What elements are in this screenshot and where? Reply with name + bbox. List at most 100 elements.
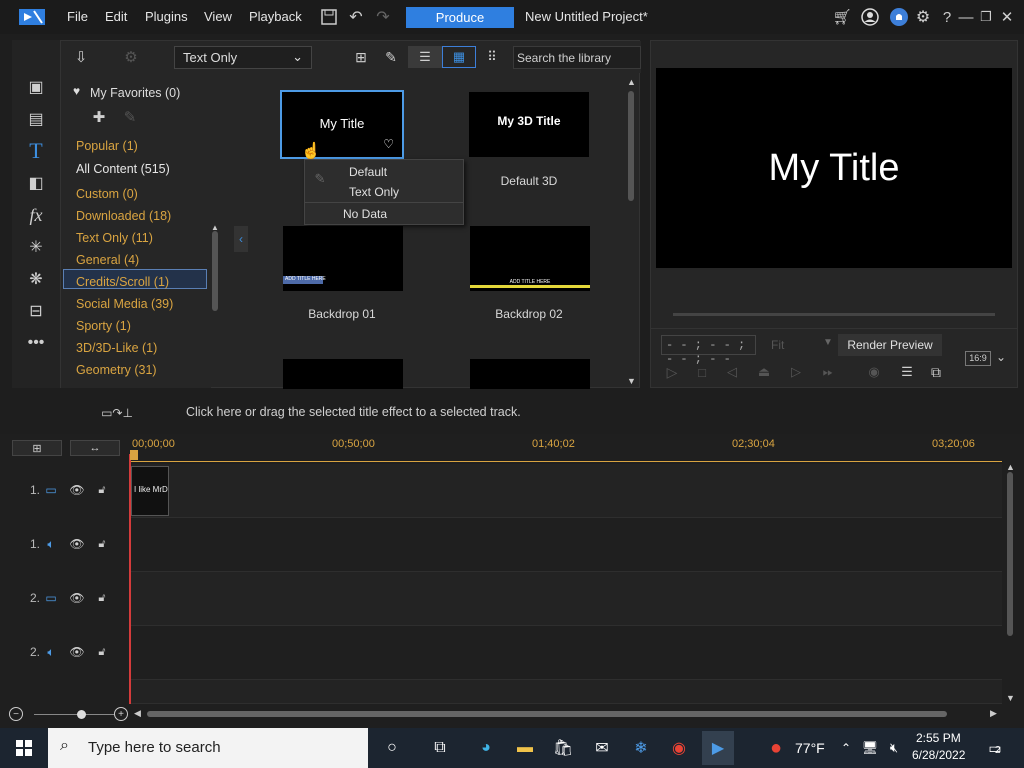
menu-file[interactable]: File	[67, 9, 88, 24]
add-title-icon[interactable]: ⊞	[351, 47, 371, 67]
scroll-left-icon[interactable]: ◀	[134, 708, 141, 719]
thumb-my-title[interactable]: My Title ♡	[280, 90, 404, 159]
snapshot-icon[interactable]: ◉	[864, 363, 884, 381]
category-item[interactable]: 3D/3D-Like (1)	[76, 341, 157, 355]
scroll-down-icon[interactable]: ▼	[1006, 693, 1015, 703]
redo-icon[interactable]: ↷	[374, 8, 392, 26]
timeline-mode-icon[interactable]: ▭↷⊥	[84, 404, 150, 422]
windows-start-icon[interactable]	[12, 736, 36, 760]
restore-icon[interactable]: ❐	[978, 7, 994, 27]
edge-browser-icon[interactable]: ◕	[474, 736, 498, 760]
edit-title-icon[interactable]: ✎	[381, 47, 401, 67]
stop-icon[interactable]: □	[693, 363, 711, 381]
timeline-track[interactable]	[130, 680, 1002, 704]
timeline-clip[interactable]: I like MrD	[131, 466, 169, 516]
zoom-slider-thumb[interactable]	[77, 710, 86, 719]
subtitle-icon[interactable]: ⊟	[12, 297, 60, 325]
small-grid-view-icon[interactable]: ⠿	[481, 46, 503, 68]
preview-scrubber[interactable]	[673, 313, 995, 316]
chevron-down-icon[interactable]: ⌄	[996, 350, 1006, 364]
category-item[interactable]: Downloaded (18)	[76, 209, 171, 223]
timeline-ruler[interactable]: 00;00;00 00;50;00 01;40;02 02;30;04 03;2…	[130, 434, 1006, 464]
visibility-eye-icon[interactable]: 👁︎	[68, 536, 86, 552]
playhead-marker-icon[interactable]	[130, 450, 138, 460]
aspect-ratio-button[interactable]: 16:9	[965, 351, 991, 366]
menu-plugins[interactable]: Plugins	[145, 9, 188, 24]
track-manager-icon[interactable]: ⊞	[12, 440, 62, 456]
store-icon[interactable]: 🛍︎	[551, 736, 575, 760]
category-item[interactable]: All Content (515)	[76, 162, 170, 176]
drag-hint[interactable]: Click here or drag the selected title ef…	[186, 405, 521, 419]
mail-icon[interactable]: ✉	[590, 736, 614, 760]
thumb-default-3d[interactable]: My 3D Title	[469, 92, 589, 157]
lock-icon[interactable]: 🔓︎	[94, 644, 110, 660]
network-icon[interactable]: 🖥︎	[858, 736, 882, 760]
scroll-up-icon[interactable]: ▲	[627, 77, 636, 87]
taskbar-search[interactable]: ⌕ Type here to search	[48, 728, 368, 768]
video-fx-icon[interactable]: ▤	[12, 105, 60, 133]
transition-icon[interactable]: ◧	[12, 169, 60, 197]
tray-chevron-icon[interactable]: ⌃	[834, 736, 858, 760]
visibility-eye-icon[interactable]: 👁︎	[68, 644, 86, 660]
produce-button[interactable]: Produce	[406, 7, 514, 28]
category-item[interactable]: Sporty (1)	[76, 319, 131, 333]
weather-temp[interactable]: 77°F	[795, 740, 825, 756]
weather-icon[interactable]: ●	[764, 736, 788, 760]
timeline-hscroll[interactable]	[147, 711, 947, 717]
account-icon[interactable]	[860, 7, 880, 27]
timeline-track[interactable]	[130, 572, 1002, 626]
title-room-icon[interactable]: T	[12, 137, 60, 165]
render-preview-button[interactable]: Render Preview	[838, 334, 942, 356]
fast-forward-icon[interactable]: ⏩︎	[817, 363, 839, 381]
scroll-right-icon[interactable]: ▶	[990, 708, 997, 719]
clock-date[interactable]: 6/28/2022	[912, 748, 965, 762]
timecode-field[interactable]: - - ; - - ; - - ; - -	[661, 335, 756, 366]
thumb-partial[interactable]	[470, 359, 590, 389]
timeline-track[interactable]	[130, 626, 1002, 680]
chrome-icon[interactable]: ◉	[667, 736, 691, 760]
remove-tag-icon[interactable]: ✎	[119, 106, 141, 128]
category-item[interactable]: Geometry (31)	[76, 363, 157, 377]
effects-fx-icon[interactable]: fx	[12, 201, 60, 229]
category-item[interactable]: Custom (0)	[76, 187, 138, 201]
minimize-icon[interactable]: —	[958, 7, 974, 27]
favorite-heart-icon[interactable]: ♡	[383, 137, 394, 151]
cortana-icon[interactable]: ○	[380, 736, 404, 760]
zoom-in-icon[interactable]: +	[114, 707, 128, 721]
list-view-icon[interactable]: ☰	[408, 46, 442, 68]
scroll-down-icon[interactable]: ▼	[627, 376, 636, 386]
download-plugin-icon[interactable]: ⚙	[121, 47, 141, 67]
save-icon[interactable]	[320, 8, 338, 26]
category-item[interactable]: Popular (1)	[76, 139, 138, 153]
thumb-partial[interactable]	[283, 359, 403, 389]
next-frame-icon[interactable]: ▷	[787, 363, 805, 381]
category-select[interactable]: Text Only ⌄	[174, 46, 312, 69]
collapse-panel-icon[interactable]: ‹	[234, 226, 248, 252]
tree-scrollbar[interactable]	[212, 231, 218, 311]
lock-icon[interactable]: 🔓︎	[94, 536, 110, 552]
zoom-slider[interactable]	[34, 714, 114, 715]
cart-icon[interactable]: 🛒︎	[832, 7, 852, 27]
help-icon[interactable]: ?	[937, 7, 957, 27]
media-room-icon[interactable]: ▣	[12, 73, 60, 101]
playhead[interactable]	[129, 454, 131, 704]
visibility-eye-icon[interactable]: 👁︎	[68, 482, 86, 498]
fit-timeline-icon[interactable]: ↔	[70, 440, 120, 456]
import-icon[interactable]: ⇩	[71, 47, 91, 67]
file-explorer-icon[interactable]: ▬	[513, 736, 537, 760]
my-favorites[interactable]: My Favorites (0)	[90, 86, 180, 100]
undock-icon[interactable]: ⧉	[926, 363, 946, 381]
more-icon[interactable]: •••	[12, 329, 60, 357]
category-item[interactable]: Social Media (39)	[76, 297, 173, 311]
zoom-out-icon[interactable]: −	[9, 707, 23, 721]
thumb-backdrop-02[interactable]: ADD TITLE HERE	[470, 226, 590, 291]
timeline-track[interactable]	[130, 464, 1002, 518]
captions-icon[interactable]: ☰	[897, 363, 917, 381]
grid-scrollbar[interactable]	[628, 91, 634, 201]
category-item-selected[interactable]: Text Only (11)	[76, 231, 153, 245]
split-icon[interactable]: ⏏	[755, 363, 773, 381]
task-view-icon[interactable]: ⧉	[428, 736, 452, 760]
scroll-up-icon[interactable]: ▲	[1006, 462, 1015, 472]
particle-icon[interactable]: ✳	[12, 233, 60, 261]
settings-gear-icon[interactable]: ⚙	[913, 7, 933, 27]
